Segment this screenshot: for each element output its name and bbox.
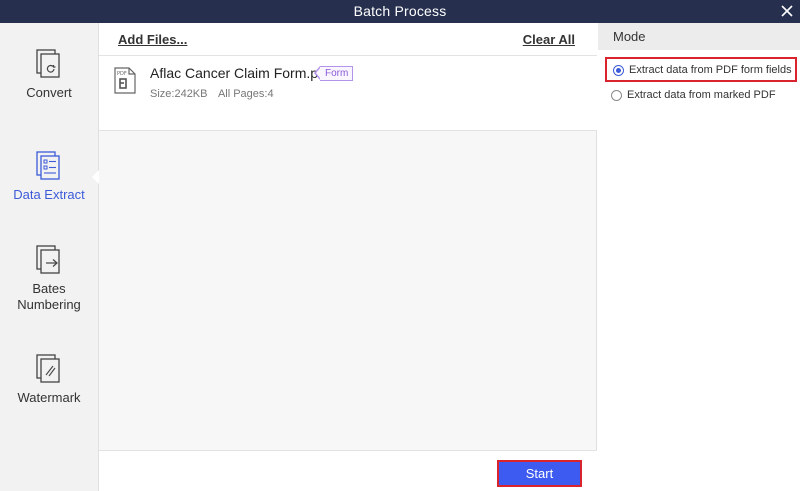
- mode-option-label: Extract data from marked PDF: [627, 89, 776, 101]
- sidebar-item-label: Watermark: [17, 390, 81, 405]
- mode-title: Mode: [613, 29, 646, 44]
- mode-option-label: Extract data from PDF form fields: [629, 64, 792, 76]
- file-name: Aflac Cancer Claim Form.pdf: [150, 65, 330, 81]
- bottom-bar: Start: [99, 450, 597, 491]
- convert-icon: [36, 49, 60, 78]
- form-badge: Form: [313, 66, 354, 81]
- file-row[interactable]: PDF Aflac Cancer Claim Form.pdf Form Siz…: [99, 56, 597, 106]
- sidebar-item-watermark[interactable]: Watermark: [0, 354, 98, 406]
- file-meta: Size:242KB All Pages:4: [150, 88, 282, 100]
- active-item-pointer: [92, 170, 99, 184]
- start-button[interactable]: Start: [497, 460, 582, 487]
- data-extract-icon: [36, 151, 60, 180]
- sidebar-item-label: Bates Numbering: [17, 281, 81, 312]
- window-title: Batch Process: [353, 3, 447, 19]
- sidebar-item-label: Data Extract: [13, 187, 85, 202]
- file-panel: Add Files... Clear All PDF Aflac Cancer …: [99, 23, 597, 491]
- close-icon[interactable]: [778, 2, 796, 20]
- sidebar-item-convert[interactable]: Convert: [0, 49, 98, 101]
- svg-text:PDF: PDF: [117, 71, 127, 77]
- file-list: PDF Aflac Cancer Claim Form.pdf Form Siz…: [99, 56, 597, 131]
- sidebar-item-data-extract[interactable]: Data Extract: [0, 151, 98, 203]
- radio-button[interactable]: [611, 90, 622, 101]
- sidebar-item-bates-numbering[interactable]: Bates Numbering: [0, 245, 98, 313]
- mode-option-marked-pdf[interactable]: Extract data from marked PDF: [605, 84, 797, 109]
- pdf-file-icon: PDF: [114, 67, 136, 94]
- sidebar-item-label: Convert: [26, 85, 72, 100]
- watermark-icon: [36, 354, 60, 383]
- file-pages: All Pages:4: [217, 88, 274, 100]
- radio-button-checked[interactable]: [613, 65, 624, 76]
- bates-numbering-icon: [36, 245, 60, 274]
- title-bar: Batch Process: [0, 0, 800, 23]
- file-toolbar: Add Files... Clear All: [99, 23, 597, 56]
- mode-option-form-fields[interactable]: Extract data from PDF form fields: [605, 57, 797, 82]
- mode-header: Mode: [598, 23, 800, 50]
- sidebar: Convert Data Extract Bates Numbering Wat…: [0, 23, 99, 491]
- clear-all-link[interactable]: Clear All: [523, 32, 575, 47]
- mode-panel: Mode Extract data from PDF form fields E…: [598, 23, 800, 491]
- add-files-link[interactable]: Add Files...: [118, 32, 187, 47]
- file-size: Size:242KB: [150, 88, 208, 100]
